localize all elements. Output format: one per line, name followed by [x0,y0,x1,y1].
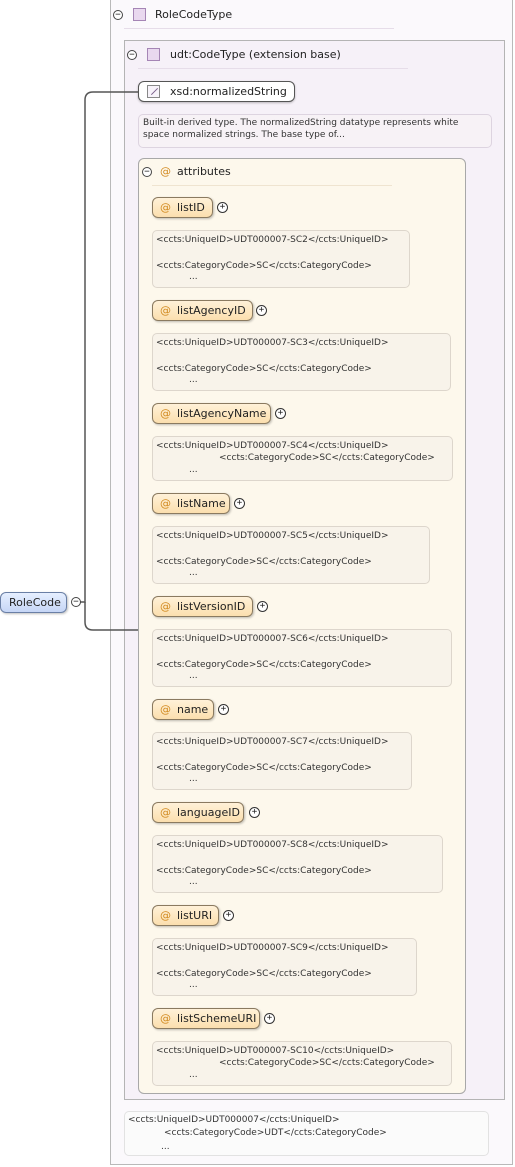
element-collapse-toggle[interactable]: − [71,597,81,607]
connector-lines [79,91,138,631]
element-node-rolecode[interactable]: RoleCode [0,592,67,613]
connector-to-attributes [84,602,138,631]
element-name: RoleCode [9,596,61,609]
connector-to-simple-type [79,91,138,603]
schema-diagram: − RoleCodeType − udt:CodeType (extension… [0,0,515,1167]
